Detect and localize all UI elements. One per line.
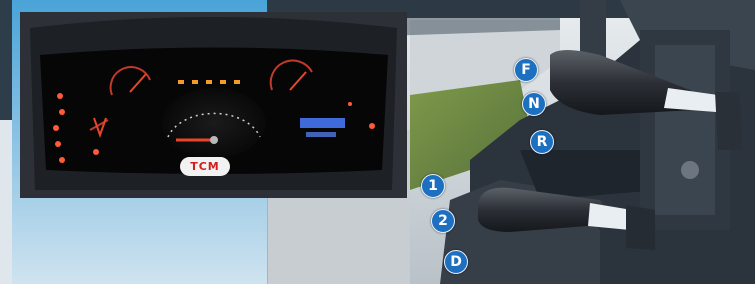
badge-label: 1 xyxy=(428,178,438,194)
brand-logo-text: TCM xyxy=(190,160,220,173)
badge-label: 2 xyxy=(438,213,448,229)
badge-label: F xyxy=(521,62,531,78)
brand-logo-badge: TCM xyxy=(180,157,230,176)
position-badge-neutral: N xyxy=(522,92,546,116)
position-badge-gear-1: 1 xyxy=(421,174,445,198)
badge-label: R xyxy=(536,134,548,150)
speedometer xyxy=(162,88,266,158)
badge-label: D xyxy=(450,254,462,270)
position-badge-forward: F xyxy=(514,58,538,82)
photo-background xyxy=(0,0,755,284)
position-badge-gear-2: 2 xyxy=(431,209,455,233)
position-badge-reverse: R xyxy=(530,130,554,154)
badge-label: N xyxy=(528,96,540,112)
position-badge-drive: D xyxy=(444,250,468,274)
forklift-cab-photo: TCM F N R 1 2 D xyxy=(0,0,755,284)
